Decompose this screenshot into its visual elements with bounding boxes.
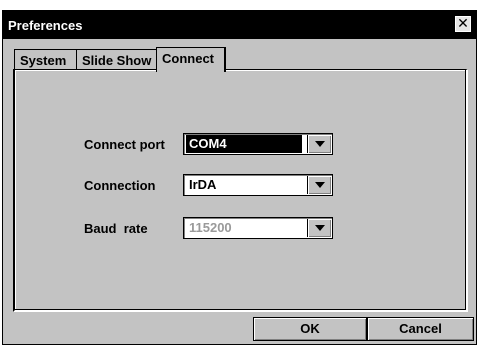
- connect-port-label: Connect port: [84, 137, 165, 152]
- connection-label: Connection: [84, 178, 156, 193]
- baud-rate-label: Baud rate: [84, 221, 148, 236]
- connection-select[interactable]: IrDA: [183, 174, 333, 196]
- chevron-down-icon[interactable]: [307, 176, 331, 194]
- close-icon: ✕: [457, 15, 469, 31]
- baud-rate-select: 115200: [183, 217, 333, 239]
- window-title: Preferences: [8, 18, 83, 33]
- tab-connect[interactable]: Connect: [156, 47, 226, 72]
- connect-panel: Connect port COM4 Connection IrDA Baud r…: [13, 69, 468, 312]
- connection-row: Connection IrDA: [15, 174, 466, 196]
- baud-rate-value: 115200: [189, 220, 232, 235]
- preferences-dialog: Preferences ✕ System Slide Show Connect …: [2, 10, 477, 345]
- connect-port-value: COM4: [186, 135, 302, 153]
- chevron-down-icon[interactable]: [307, 135, 331, 153]
- tab-slide-show[interactable]: Slide Show: [76, 49, 158, 70]
- ok-button[interactable]: OK: [253, 317, 367, 341]
- connect-port-select[interactable]: COM4: [183, 133, 333, 155]
- tab-system[interactable]: System: [14, 49, 78, 70]
- title-bar: Preferences ✕: [3, 11, 476, 39]
- connection-value: IrDA: [189, 177, 217, 192]
- close-button[interactable]: ✕: [455, 16, 471, 32]
- chevron-down-icon: [307, 219, 331, 237]
- connect-port-row: Connect port COM4: [15, 133, 466, 155]
- cancel-button[interactable]: Cancel: [367, 317, 474, 341]
- baud-rate-row: Baud rate 115200: [15, 217, 466, 239]
